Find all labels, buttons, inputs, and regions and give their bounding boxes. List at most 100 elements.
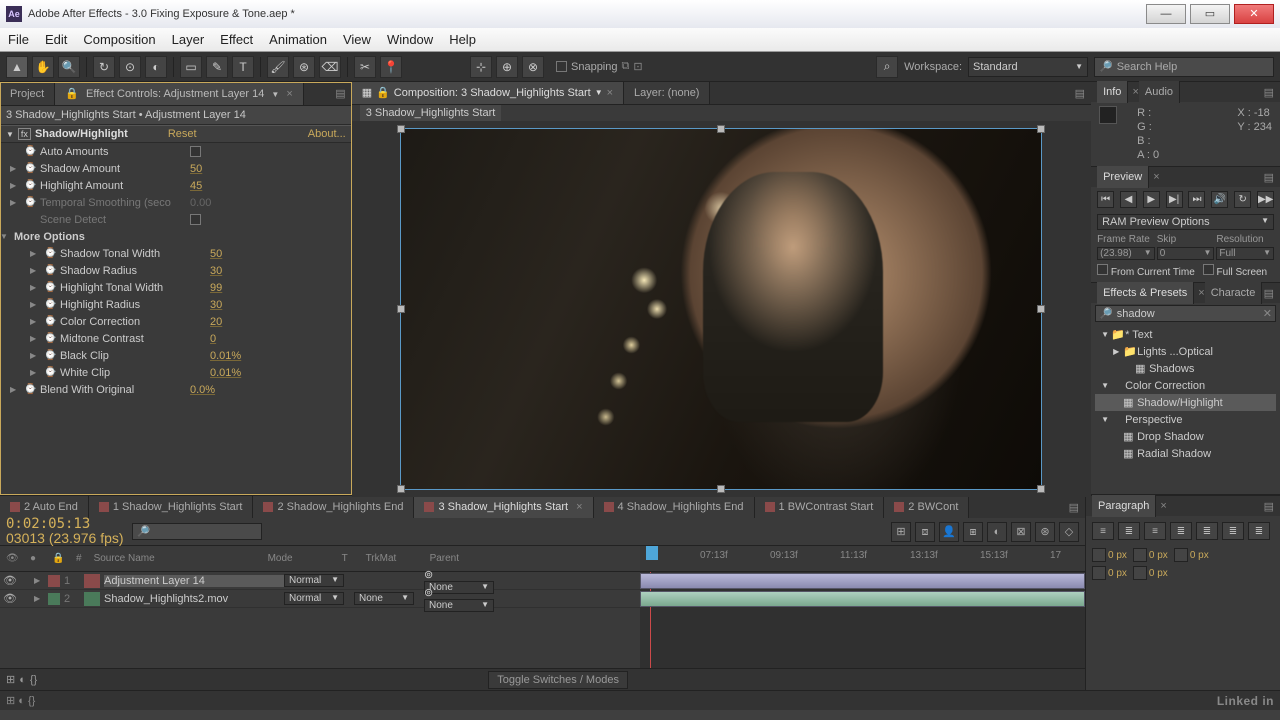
snap-opt2-icon[interactable]: ⊡ xyxy=(633,60,642,73)
twirl-icon[interactable]: ▶ xyxy=(10,385,20,394)
comp-mini-flowchart-icon[interactable]: ⊞ xyxy=(891,522,911,542)
panel-options-icon[interactable]: ▤ xyxy=(1264,500,1274,513)
timeline-tab[interactable]: 2 Auto End xyxy=(0,496,89,518)
timeline-ruler[interactable]: 07:13f09:13f11:13f13:13f15:13f17 xyxy=(640,546,1085,571)
stopwatch-icon[interactable]: ⌚ xyxy=(24,384,36,396)
stopwatch-icon[interactable]: ⌚ xyxy=(44,316,56,328)
col-parent[interactable]: Parent xyxy=(426,553,506,564)
stopwatch-icon[interactable]: ⌚ xyxy=(44,265,56,277)
property-checkbox[interactable] xyxy=(190,214,201,225)
world-axis-icon[interactable]: ⊕ xyxy=(496,56,518,78)
tab-character[interactable]: Characte xyxy=(1205,282,1263,304)
stopwatch-icon[interactable]: ⌚ xyxy=(44,248,56,260)
prev-frame-button[interactable]: ◀ xyxy=(1120,191,1137,208)
menu-animation[interactable]: Animation xyxy=(269,32,327,47)
panbehind-tool-icon[interactable]: ◐ xyxy=(145,56,167,78)
loop-button[interactable]: ↻ xyxy=(1234,191,1251,208)
col-source[interactable]: Source Name xyxy=(90,553,260,564)
framerate-select[interactable]: (23.98)▼ xyxy=(1097,247,1155,260)
effects-tree-item[interactable]: ▼Color Correction xyxy=(1095,377,1276,394)
timeline-tab[interactable]: 1 BWContrast Start xyxy=(755,496,885,518)
justify-last-right-button[interactable]: ≣ xyxy=(1222,522,1244,540)
panel-options-icon[interactable]: ▤ xyxy=(1264,171,1274,184)
window-close-button[interactable]: ✕ xyxy=(1234,4,1274,24)
status-icon[interactable]: ⊞ ◐ {} xyxy=(6,694,35,707)
timeline-timecode[interactable]: 0:02:05:13 xyxy=(6,517,124,531)
mode-select[interactable]: Normal▼ xyxy=(284,592,344,605)
indent-left-value[interactable]: 0 px xyxy=(1108,550,1127,561)
effects-search-field[interactable] xyxy=(1117,308,1259,320)
pen-tool-icon[interactable]: ✎ xyxy=(206,56,228,78)
parent-select[interactable]: None▼ xyxy=(424,599,494,612)
local-axis-icon[interactable]: ⊹ xyxy=(470,56,492,78)
indent-right-value[interactable]: 0 px xyxy=(1190,550,1209,561)
lock-icon[interactable]: 🔒 xyxy=(65,88,79,100)
tab-composition[interactable]: ▦ 🔒 Composition: 3 Shadow_Highlights Sta… xyxy=(352,82,624,104)
panel-options-icon[interactable]: ▤ xyxy=(1069,87,1091,100)
layer-name[interactable]: Adjustment Layer 14 xyxy=(104,575,284,587)
space-before-icon[interactable] xyxy=(1133,548,1147,562)
indent-left-icon[interactable] xyxy=(1092,548,1106,562)
twirl-icon[interactable]: ▶ xyxy=(10,198,20,207)
window-minimize-button[interactable]: — xyxy=(1146,4,1186,24)
twirl-icon[interactable]: ▶ xyxy=(30,351,40,360)
tab-close-icon[interactable]: × xyxy=(286,88,292,100)
stopwatch-icon[interactable]: ⌚ xyxy=(44,367,56,379)
timeline-tab[interactable]: 3 Shadow_Highlights Start× xyxy=(414,496,593,518)
col-trkmat[interactable]: TrkMat xyxy=(362,553,422,564)
trkmat-select[interactable]: None▼ xyxy=(354,592,414,605)
space-after-icon[interactable] xyxy=(1133,566,1147,580)
brush-tool-icon[interactable]: 🖌 xyxy=(267,56,289,78)
effect-about-button[interactable]: About... xyxy=(308,128,346,140)
align-right-button[interactable]: ≡ xyxy=(1144,522,1166,540)
layer-name[interactable]: Shadow_Highlights2.mov xyxy=(104,593,284,605)
rectangle-tool-icon[interactable]: ▭ xyxy=(180,56,202,78)
playhead-icon[interactable] xyxy=(646,546,658,560)
draft3d-icon[interactable]: ⧈ xyxy=(915,522,935,542)
tab-audio[interactable]: Audio xyxy=(1139,81,1180,103)
menu-layer[interactable]: Layer xyxy=(172,32,205,47)
roto-tool-icon[interactable]: ✂ xyxy=(354,56,376,78)
menu-edit[interactable]: Edit xyxy=(45,32,67,47)
snap-opt-icon[interactable]: ⧉ xyxy=(622,60,630,73)
timeline-tracks[interactable] xyxy=(640,572,1085,668)
justify-last-left-button[interactable]: ≣ xyxy=(1170,522,1192,540)
frame-blend-icon[interactable]: ⧆ xyxy=(963,522,983,542)
video-frame[interactable] xyxy=(401,129,1041,489)
twirl-icon[interactable]: ▶ xyxy=(30,283,40,292)
twirl-icon[interactable]: ▶ xyxy=(30,300,40,309)
search-help-input[interactable]: 🔎 Search Help xyxy=(1094,57,1274,77)
puppet-tool-icon[interactable]: 📍 xyxy=(380,56,402,78)
property-value[interactable]: 0.00 xyxy=(190,197,211,209)
toggle1-icon[interactable]: ⊞ xyxy=(6,673,15,686)
property-value[interactable]: 30 xyxy=(210,265,222,277)
graph-editor-icon[interactable]: ⊠ xyxy=(1011,522,1031,542)
tab-close-icon[interactable]: × xyxy=(607,82,613,104)
panel-options-icon[interactable]: ▤ xyxy=(1264,86,1274,99)
eye-column-icon[interactable]: 👁 xyxy=(6,553,26,564)
property-value[interactable]: 0.0% xyxy=(190,384,215,396)
property-value[interactable]: 99 xyxy=(210,282,222,294)
clone-tool-icon[interactable]: ⊛ xyxy=(293,56,315,78)
twirl-icon[interactable]: ▶ xyxy=(30,249,40,258)
effects-tree-item[interactable]: ▶📁Lights ...Optical xyxy=(1095,343,1276,360)
twirl-icon[interactable]: ▶ xyxy=(30,368,40,377)
search-project-icon[interactable]: ⌕ xyxy=(876,56,898,78)
ram-preview-select[interactable]: RAM Preview Options▼ xyxy=(1097,214,1274,230)
indent-right-icon[interactable] xyxy=(1174,548,1188,562)
eraser-tool-icon[interactable]: ⌫ xyxy=(319,56,341,78)
last-frame-button[interactable]: ⏭ xyxy=(1188,191,1205,208)
space-after-value[interactable]: 0 px xyxy=(1149,568,1168,579)
effects-search-input[interactable]: 🔎 ✕ xyxy=(1095,305,1276,322)
toggle-switches-button[interactable]: Toggle Switches / Modes xyxy=(488,671,628,689)
property-value[interactable]: 50 xyxy=(210,248,222,260)
first-line-value[interactable]: 0 px xyxy=(1108,568,1127,579)
parent-pick-icon[interactable]: ⊚ xyxy=(424,587,433,599)
twirl-icon[interactable]: ▶ xyxy=(10,164,20,173)
menu-file[interactable]: File xyxy=(8,32,29,47)
stopwatch-icon[interactable]: ⌚ xyxy=(44,333,56,345)
timeline-search-input[interactable]: 🔎 xyxy=(132,523,262,540)
lock-icon[interactable]: 🔒 xyxy=(376,82,390,104)
twirl-icon[interactable]: ▶ xyxy=(34,594,48,603)
layer-bar-2[interactable] xyxy=(640,591,1085,607)
